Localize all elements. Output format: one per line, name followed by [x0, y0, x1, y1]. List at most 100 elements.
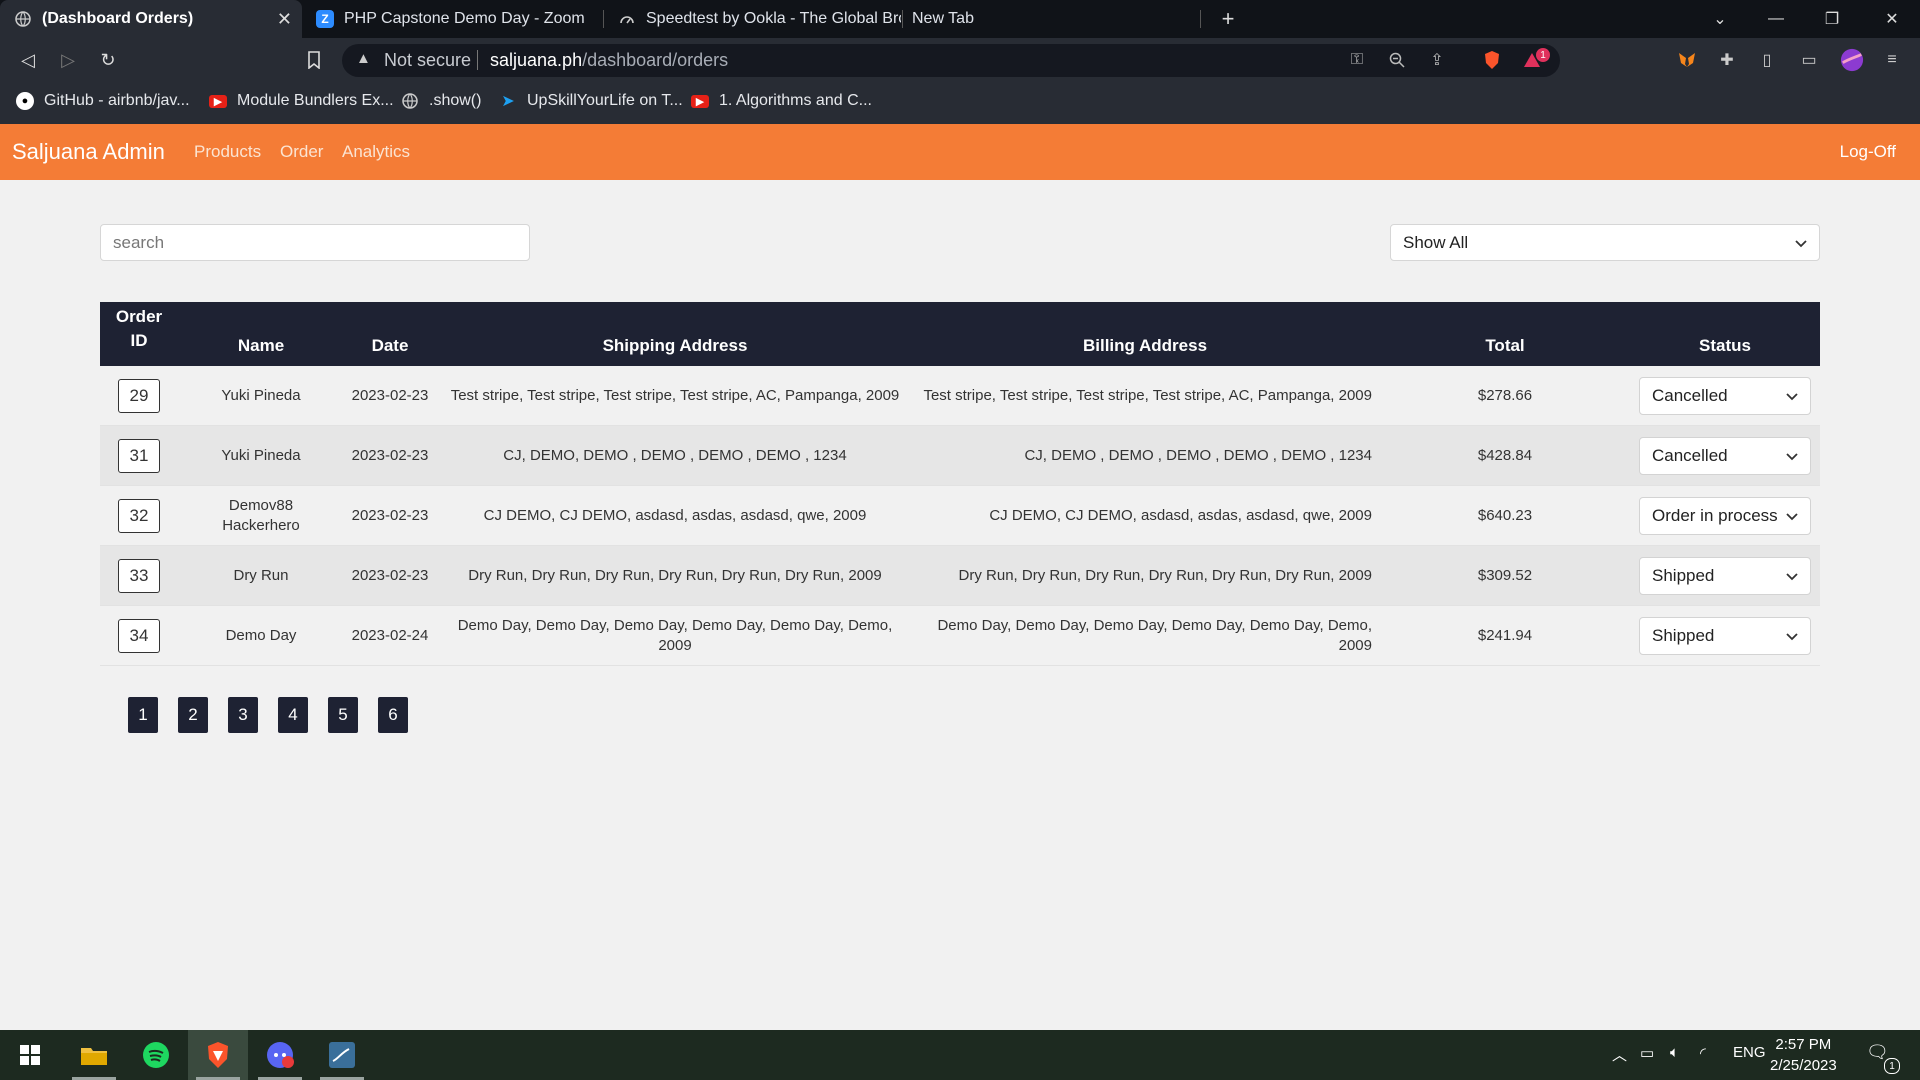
mysql-workbench-icon[interactable] — [312, 1030, 372, 1080]
pagination: 1 2 3 4 5 6 — [128, 697, 428, 733]
tab-label: PHP Capstone Demo Day - Zoom — [344, 10, 584, 27]
tab-zoom[interactable]: Z PHP Capstone Demo Day - Zoom — [302, 0, 602, 38]
forward-icon[interactable]: ▷ — [56, 48, 80, 72]
date-cell: 2023-02-23 — [351, 386, 429, 404]
status-select[interactable]: Shipped — [1639, 556, 1811, 595]
tab-speedtest[interactable]: Speedtest by Ookla - The Global Broad — [604, 0, 902, 38]
bookmark-upskill[interactable]: ➤ UpSkillYourLife on T... — [499, 90, 683, 112]
header-name: Name — [237, 336, 285, 355]
tab-label: Speedtest by Ookla - The Global Broad — [646, 10, 901, 27]
menu-icon[interactable]: ≡ — [1880, 48, 1904, 72]
brave-icon[interactable] — [188, 1030, 248, 1080]
bookmark-label: UpSkillYourLife on T... — [527, 92, 683, 109]
order-id-cell: 31 — [117, 426, 161, 485]
shipping-address-cell: Demo Day, Demo Day, Demo Day, Demo Day, … — [457, 616, 893, 654]
total-cell: $278.66 — [1477, 386, 1533, 404]
chevron-down-icon — [1786, 566, 1798, 586]
page-button-2[interactable]: 2 — [178, 697, 208, 733]
chevron-down-icon — [1786, 626, 1798, 646]
page-button-3[interactable]: 3 — [228, 697, 258, 733]
header-order-id-line1: Order — [115, 307, 163, 326]
tab-search-chevron-icon[interactable]: ⌄ — [1692, 0, 1748, 38]
bookmark-label: .show() — [429, 92, 482, 109]
new-tab-button[interactable]: + — [1200, 0, 1256, 38]
profile-avatar[interactable] — [1840, 48, 1864, 72]
metamask-icon[interactable] — [1675, 48, 1699, 72]
taskbar-clock[interactable]: 2:57 PM 2/25/2023 — [1770, 1034, 1837, 1076]
wifi-icon[interactable]: ◜ — [1700, 1044, 1706, 1062]
status-select[interactable]: Order in process — [1639, 496, 1811, 535]
order-id-box[interactable]: 33 — [118, 558, 160, 593]
status-value: Order in process — [1652, 505, 1778, 525]
tab-new-tab[interactable]: New Tab — [904, 0, 1200, 38]
status-select[interactable]: Shipped — [1639, 616, 1811, 655]
bookmark-module-bundlers[interactable]: ▶ Module Bundlers Ex... — [209, 90, 394, 112]
wallet-icon[interactable]: ▭ — [1797, 48, 1821, 72]
nav-order[interactable]: Order — [280, 142, 323, 162]
page-button-5[interactable]: 5 — [328, 697, 358, 733]
brand-logo[interactable]: Saljuana Admin — [12, 139, 165, 165]
key-icon[interactable]: ⚿ — [1345, 48, 1369, 72]
total-cell: $640.23 — [1477, 506, 1533, 524]
nav-analytics[interactable]: Analytics — [342, 142, 410, 162]
order-id-cell: 32 — [117, 486, 161, 545]
search-input[interactable] — [100, 224, 530, 261]
order-id-box[interactable]: 31 — [118, 438, 160, 473]
extensions-puzzle-icon[interactable]: ✚ — [1715, 48, 1739, 72]
order-id-box[interactable]: 34 — [118, 618, 160, 653]
tab-dashboard-orders[interactable]: (Dashboard Orders) ✕ — [0, 0, 302, 38]
order-id-box[interactable]: 29 — [118, 378, 160, 413]
brave-shields-icon[interactable] — [1480, 48, 1504, 72]
status-select[interactable]: Cancelled — [1639, 376, 1811, 415]
spotify-icon[interactable] — [126, 1030, 186, 1080]
bookmark-github[interactable]: ● GitHub - airbnb/jav... — [16, 90, 190, 112]
status-value: Shipped — [1652, 565, 1715, 585]
discord-icon[interactable] — [250, 1030, 310, 1080]
rewards-badge: 1 — [1536, 48, 1550, 62]
url-path: /dashboard/orders — [582, 50, 729, 70]
speedtest-icon — [618, 10, 636, 28]
filter-value: Show All — [1403, 232, 1469, 252]
zoom-icon: Z — [316, 10, 334, 28]
zoom-out-icon[interactable] — [1385, 48, 1409, 72]
billing-address-cell: Demo Day, Demo Day, Demo Day, Demo Day, … — [937, 616, 1372, 654]
header-order-id-line2: ID — [130, 331, 148, 350]
chevron-up-icon[interactable]: ︿ — [1612, 1044, 1627, 1065]
nav-products[interactable]: Products — [194, 142, 261, 162]
page-button-1[interactable]: 1 — [128, 697, 158, 733]
name-cell: Dry Run — [233, 566, 289, 584]
minimize-button[interactable]: — — [1748, 0, 1804, 38]
file-explorer-icon[interactable] — [64, 1030, 124, 1080]
shipping-address-cell: CJ DEMO, CJ DEMO, asdasd, asdas, asdasd,… — [483, 506, 867, 524]
order-id-box[interactable]: 32 — [118, 498, 160, 533]
restore-button[interactable]: ❐ — [1804, 0, 1860, 38]
chevron-down-icon — [1786, 386, 1798, 406]
name-cell: Yuki Pineda — [221, 386, 301, 404]
bookmark-algorithms[interactable]: ▶ 1. Algorithms and C... — [691, 90, 872, 112]
share-icon[interactable]: ⇪ — [1425, 48, 1449, 72]
status-filter-select[interactable]: Show All — [1390, 224, 1820, 261]
close-tab-icon[interactable]: ✕ — [277, 9, 292, 30]
sidebar-icon[interactable]: ▯ — [1755, 48, 1779, 72]
bookmark-icon[interactable] — [302, 48, 326, 72]
bookmark-show[interactable]: .show() — [401, 90, 481, 112]
language-indicator[interactable]: ENG — [1733, 1044, 1766, 1061]
reload-icon[interactable]: ↻ — [96, 48, 120, 72]
page-button-6[interactable]: 6 — [378, 697, 408, 733]
volume-icon[interactable]: 🔈︎ — [1670, 1044, 1679, 1061]
close-window-button[interactable]: ✕ — [1864, 0, 1920, 38]
total-cell: $241.94 — [1477, 626, 1533, 644]
billing-address-cell: Test stripe, Test stripe, Test stripe, T… — [923, 386, 1372, 404]
back-icon[interactable]: ◁ — [16, 48, 40, 72]
status-select[interactable]: Cancelled — [1639, 436, 1811, 475]
battery-icon[interactable]: ▭ — [1640, 1044, 1654, 1062]
logoff-link[interactable]: Log-Off — [1840, 142, 1896, 162]
order-id-cell: 33 — [117, 546, 161, 605]
total-cell: $309.52 — [1477, 566, 1533, 584]
bookmark-label: 1. Algorithms and C... — [719, 92, 872, 109]
page-button-4[interactable]: 4 — [278, 697, 308, 733]
address-url[interactable]: saljuana.ph/dashboard/orders — [490, 50, 728, 71]
github-icon: ● — [16, 92, 34, 110]
windows-start-icon[interactable] — [0, 1030, 60, 1080]
shipping-address-cell: CJ, DEMO, DEMO , DEMO , DEMO , DEMO , 12… — [503, 446, 847, 464]
